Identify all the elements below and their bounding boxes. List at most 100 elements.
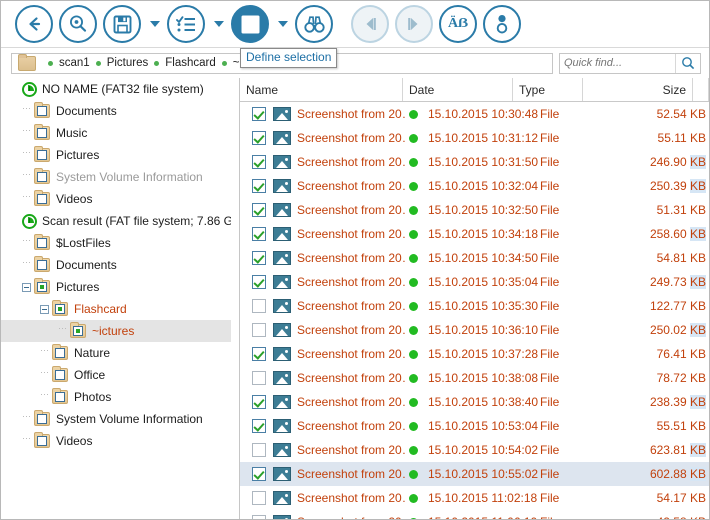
row-checkbox[interactable] <box>252 131 266 145</box>
row-checkbox[interactable] <box>252 275 266 289</box>
image-file-icon <box>273 275 291 289</box>
table-row[interactable]: Screenshot from 20… 15.10.2015 10:34:18 Fi… <box>240 222 709 246</box>
row-checkbox[interactable] <box>252 251 266 265</box>
collapse-toggle-icon[interactable] <box>19 276 34 298</box>
tree-item[interactable]: ⋯ Pictures <box>1 144 231 166</box>
row-checkbox[interactable] <box>252 515 266 519</box>
column-header-size[interactable]: Size <box>583 78 693 101</box>
tree-item[interactable]: Pictures <box>1 276 231 298</box>
file-date: 15.10.2015 11:06:10 <box>428 515 540 519</box>
tree-item[interactable]: ⋯ Photos <box>1 386 231 408</box>
file-size: 246.90 KB <box>649 155 706 169</box>
previous-button[interactable] <box>351 5 389 43</box>
collapse-toggle-icon[interactable] <box>37 298 52 320</box>
save-button[interactable] <box>103 5 141 43</box>
tree-item[interactable]: ⋯ Videos <box>1 430 231 452</box>
path-bar: scan1PicturesFlashcard~ictures <box>1 48 709 78</box>
table-row[interactable]: Screenshot from 20… 15.10.2015 10:54:02 Fi… <box>240 438 709 462</box>
quick-find[interactable] <box>559 52 701 74</box>
row-checkbox[interactable] <box>252 395 266 409</box>
tree-item[interactable]: ⋯ System Volume Information <box>1 408 231 430</box>
row-checkbox[interactable] <box>252 323 266 337</box>
table-row[interactable]: Screenshot from 20… 15.10.2015 11:06:10Fi… <box>240 510 709 519</box>
table-row[interactable]: Screenshot from 20… 15.10.2015 10:37:28 Fi… <box>240 342 709 366</box>
breadcrumb-item[interactable]: Pictures <box>90 57 148 69</box>
tree-item[interactable]: ⋯ ~ictures <box>1 320 231 342</box>
table-row[interactable]: Screenshot from 20… 15.10.2015 10:36:10 Fi… <box>240 318 709 342</box>
tree-item-label: $LostFiles <box>56 236 111 250</box>
table-row[interactable]: Screenshot from 20… 15.10.2015 10:35:30 Fi… <box>240 294 709 318</box>
next-button[interactable] <box>395 5 433 43</box>
row-checkbox[interactable] <box>252 203 266 217</box>
tree-item[interactable]: ⋯ Documents <box>1 254 231 276</box>
table-row[interactable]: Screenshot from 20… 15.10.2015 10:53:04 Fi… <box>240 414 709 438</box>
task-list-button[interactable] <box>167 5 205 43</box>
column-header-type[interactable]: Type <box>513 78 583 101</box>
row-checkbox[interactable] <box>252 467 266 481</box>
file-name: Screenshot from 20… <box>297 299 407 313</box>
folder-tree[interactable]: NO NAME (FAT32 file system) ⋯ Documents ⋯ Mu… <box>1 78 231 519</box>
table-row[interactable]: Screenshot from 20… 15.10.2015 10:31:50 Fi… <box>240 150 709 174</box>
file-type: File <box>540 419 560 433</box>
define-selection-button[interactable] <box>231 5 269 43</box>
tree-item[interactable]: ⋯ $LostFiles <box>1 232 231 254</box>
tree-item[interactable]: ⋯ Videos <box>1 188 231 210</box>
row-checkbox[interactable] <box>252 491 266 505</box>
row-checkbox[interactable] <box>252 227 266 241</box>
tree-item[interactable]: Scan result (FAT file system; 7.86 GB in… <box>1 210 231 232</box>
row-checkbox[interactable] <box>252 155 266 169</box>
table-row[interactable]: Screenshot from 20… 15.10.2015 10:55:02 Fi… <box>240 462 709 486</box>
table-row[interactable]: Screenshot from 20… 15.10.2015 10:38:40 Fi… <box>240 390 709 414</box>
column-header-date[interactable]: Date <box>403 78 513 101</box>
back-button[interactable] <box>15 5 53 43</box>
table-row[interactable]: Screenshot from 20… 15.10.2015 11:02:18 Fi… <box>240 486 709 510</box>
tree-item[interactable]: Flashcard <box>1 298 231 320</box>
table-row[interactable]: Screenshot from 20… 15.10.2015 10:38:08 Fi… <box>240 366 709 390</box>
tree-item[interactable]: ⋯ System Volume Information <box>1 166 231 188</box>
table-row[interactable]: Screenshot from 20… 15.10.2015 10:32:04 Fi… <box>240 174 709 198</box>
tree-item-label: Pictures <box>56 148 100 162</box>
chevron-down-icon[interactable] <box>211 5 227 43</box>
chevron-down-icon[interactable] <box>147 5 163 43</box>
folder-icon <box>34 190 50 206</box>
file-date: 15.10.2015 10:38:08 <box>428 371 539 385</box>
table-row[interactable]: Screenshot from 20… 15.10.2015 10:31:12 Fi… <box>240 126 709 150</box>
file-list-body[interactable]: Screenshot from 20… 15.10.2015 10:30:48 Fi… <box>240 102 709 519</box>
file-type: File <box>540 443 560 457</box>
search-icon[interactable] <box>675 53 700 73</box>
file-type: File <box>540 203 560 217</box>
recovery-status-icon <box>409 373 418 383</box>
breadcrumb-item[interactable]: scan1 <box>42 57 90 69</box>
chevron-down-icon[interactable] <box>275 5 291 43</box>
row-checkbox[interactable] <box>252 179 266 193</box>
tree-item[interactable]: ⋯ Nature <box>1 342 231 364</box>
row-checkbox[interactable] <box>252 107 266 121</box>
scan-button[interactable] <box>59 5 97 43</box>
table-row[interactable]: Screenshot from 20… 15.10.2015 10:30:48 Fi… <box>240 102 709 126</box>
vertical-scrollbar[interactable] <box>708 78 709 519</box>
file-type: File <box>540 299 560 313</box>
find-button[interactable] <box>295 5 333 43</box>
table-row[interactable]: Screenshot from 20… 15.10.2015 10:35:04 Fi… <box>240 270 709 294</box>
tree-item[interactable]: ⋯ Documents <box>1 100 231 122</box>
user-button[interactable] <box>483 5 521 43</box>
row-checkbox[interactable] <box>252 443 266 457</box>
image-file-icon <box>273 395 291 409</box>
search-input[interactable] <box>560 53 675 73</box>
tree-item-label: Office <box>74 368 106 382</box>
row-checkbox[interactable] <box>252 299 266 313</box>
tree-item[interactable]: ⋯ Office <box>1 364 231 386</box>
tree-item[interactable]: ⋯ Music <box>1 122 231 144</box>
row-checkbox[interactable] <box>252 419 266 433</box>
file-date: 15.10.2015 10:54:02 <box>428 443 539 457</box>
tree-connector-icon: ⋯ <box>22 146 31 157</box>
column-header-name[interactable]: Name <box>240 78 403 101</box>
breadcrumb-item[interactable]: Flashcard <box>148 57 216 69</box>
table-row[interactable]: Screenshot from 20… 15.10.2015 10:32:50 Fi… <box>240 198 709 222</box>
row-checkbox[interactable] <box>252 347 266 361</box>
recovery-status-icon <box>409 277 418 287</box>
row-checkbox[interactable] <box>252 371 266 385</box>
table-row[interactable]: Screenshot from 20… 15.10.2015 10:34:50 Fi… <box>240 246 709 270</box>
tree-item[interactable]: NO NAME (FAT32 file system) <box>1 78 231 100</box>
encoding-button[interactable]: Äẞ <box>439 5 477 43</box>
